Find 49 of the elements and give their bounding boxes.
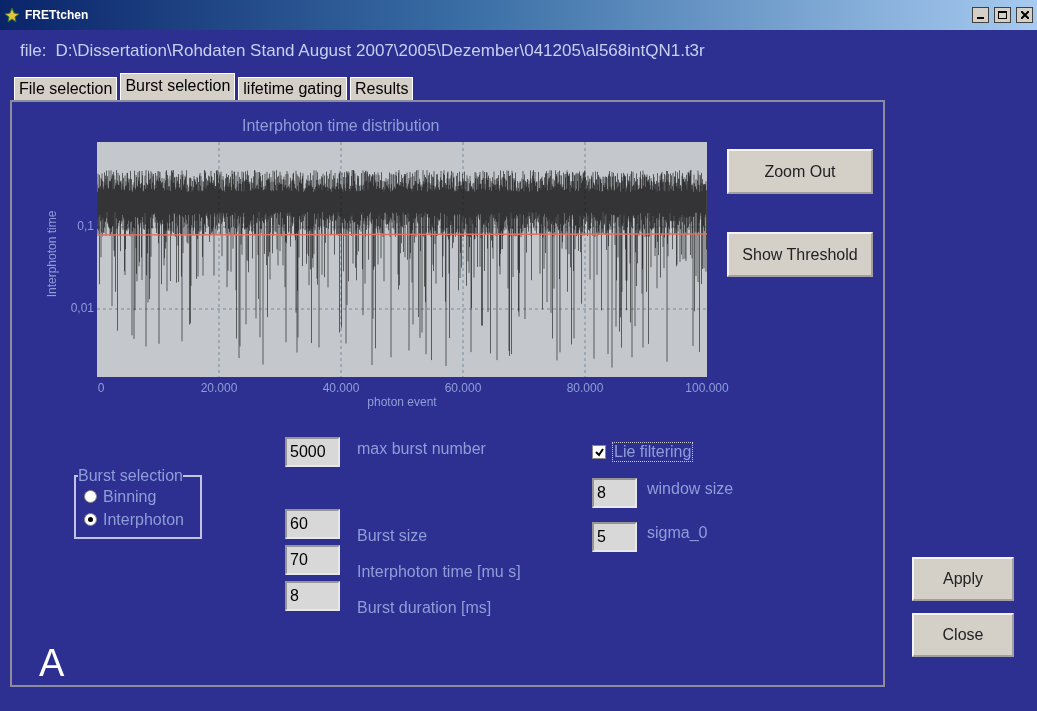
max-burst-field[interactable]: 5000 xyxy=(285,437,340,467)
parameter-field[interactable]: 5 xyxy=(592,522,637,552)
app-icon xyxy=(4,7,20,23)
zoom-out-button[interactable]: Zoom Out xyxy=(727,149,873,194)
field-label: sigma_0 xyxy=(647,524,708,542)
group-title: Burst selection xyxy=(78,467,183,485)
close-dialog-button[interactable]: Close xyxy=(912,613,1014,657)
field-label: window size xyxy=(647,480,734,498)
field-label: Interphoton time [mu s] xyxy=(357,563,521,581)
show-threshold-button[interactable]: Show Threshold xyxy=(727,232,873,277)
checkbox-label: Lie filtering xyxy=(612,442,694,462)
x-axis-label: photon event xyxy=(367,395,437,409)
parameter-field[interactable]: 8 xyxy=(592,478,637,508)
x-tick-label: 0 xyxy=(97,381,105,395)
x-tick-label: 60.000 xyxy=(444,381,482,395)
file-path: D:\Dissertation\Rohdaten Stand August 2007\2005\Dezember\041205\al568intQN1.t3r xyxy=(55,41,705,61)
y-tick-label: 0,1 xyxy=(77,219,94,233)
panel-label: A xyxy=(39,642,65,685)
radio-label: Binning xyxy=(103,487,157,506)
x-tick-label: 20.000 xyxy=(200,381,238,395)
y-axis-label: Interphoton time xyxy=(45,209,59,300)
minimize-button[interactable] xyxy=(972,7,989,23)
tab[interactable]: Results xyxy=(350,77,414,100)
radio-label: Interphoton xyxy=(103,510,184,529)
file-label: file: xyxy=(20,41,47,61)
y-tick-label: 0,01 xyxy=(70,301,94,315)
maximize-icon xyxy=(998,11,1007,19)
radio-button[interactable] xyxy=(84,490,97,503)
close-icon xyxy=(1020,11,1029,19)
apply-button[interactable]: Apply xyxy=(912,557,1014,601)
field-label: Burst size xyxy=(357,527,428,545)
field-label: max burst number xyxy=(357,440,486,459)
checkbox[interactable] xyxy=(592,445,606,459)
tab[interactable]: lifetime gating xyxy=(238,77,348,100)
tab[interactable]: Burst selection xyxy=(120,73,236,100)
close-button[interactable] xyxy=(1016,7,1033,23)
parameter-field[interactable]: 8 xyxy=(285,581,340,611)
parameter-field[interactable]: 60 xyxy=(285,509,340,539)
x-tick-label: 100.000 xyxy=(685,381,729,395)
chart-title: Interphoton time distribution xyxy=(242,117,440,134)
x-tick-label: 40.000 xyxy=(322,381,360,395)
x-tick-label: 80.000 xyxy=(566,381,604,395)
parameter-field[interactable]: 70 xyxy=(285,545,340,575)
field-label: Burst duration [ms] xyxy=(357,599,492,617)
radio-button[interactable] xyxy=(84,513,97,526)
tab[interactable]: File selection xyxy=(14,77,118,100)
check-icon xyxy=(594,447,604,457)
window-title: FRETtchen xyxy=(25,8,90,22)
maximize-button[interactable] xyxy=(994,7,1011,23)
